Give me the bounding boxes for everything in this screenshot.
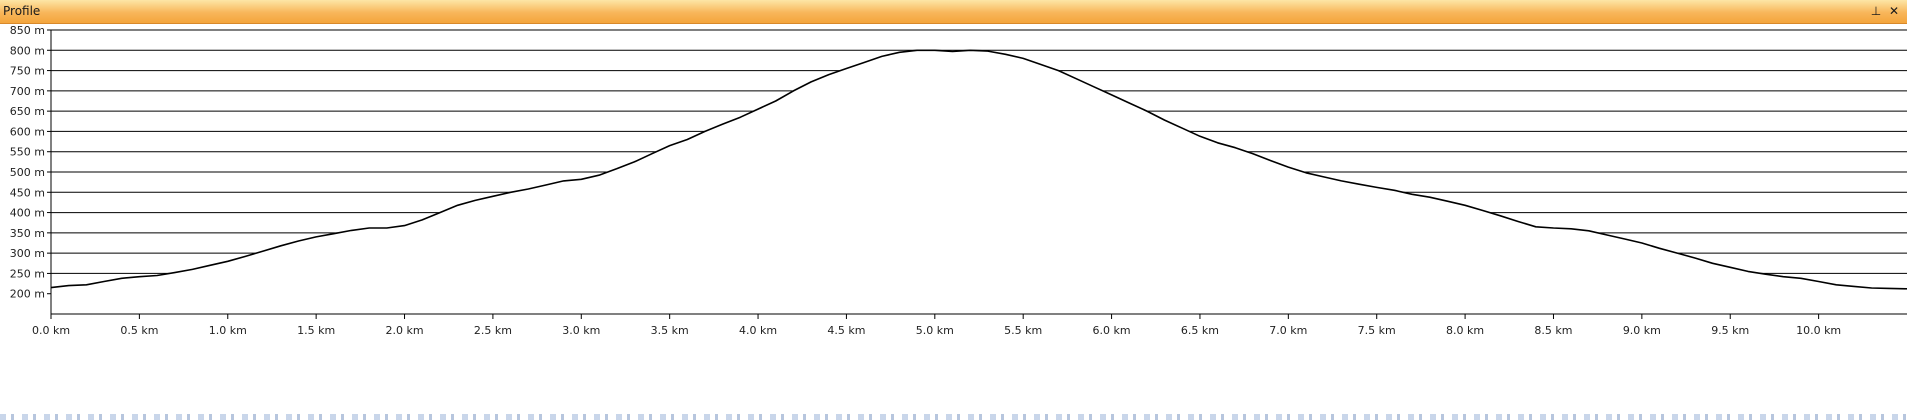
x-tick-label: 3.0 km: [562, 324, 600, 337]
y-tick-label: 850 m: [10, 24, 45, 37]
x-tick-label: 7.0 km: [1269, 324, 1307, 337]
y-tick-label: 500 m: [10, 166, 45, 179]
y-tick-label: 350 m: [10, 227, 45, 240]
x-tick-label: 1.0 km: [209, 324, 247, 337]
x-tick-label: 8.0 km: [1446, 324, 1484, 337]
status-strip: [0, 414, 1907, 420]
y-tick-label: 750 m: [10, 65, 45, 78]
y-tick-label: 550 m: [10, 146, 45, 159]
y-tick-label: 450 m: [10, 186, 45, 199]
x-tick-label: 3.5 km: [651, 324, 689, 337]
y-tick-label: 400 m: [10, 207, 45, 220]
pin-icon[interactable]: ⊥: [1868, 2, 1884, 20]
x-tick-label: 2.5 km: [474, 324, 512, 337]
elevation-area: [51, 50, 1907, 315]
y-tick-label: 650 m: [10, 105, 45, 118]
y-tick-label: 800 m: [10, 44, 45, 57]
x-tick-label: 6.5 km: [1181, 324, 1219, 337]
x-tick-label: 9.5 km: [1711, 324, 1749, 337]
x-tick-label: 8.5 km: [1534, 324, 1572, 337]
y-tick-label: 250 m: [10, 267, 45, 280]
x-tick-label: 6.0 km: [1093, 324, 1131, 337]
y-tick-label: 300 m: [10, 247, 45, 260]
profile-panel: Profile ⊥ ✕ 200 m 250 m 300 m 350 m 400 m 450…: [0, 0, 1907, 420]
panel-titlebar: Profile ⊥ ✕: [0, 0, 1907, 24]
elevation-profile-chart: 200 m 250 m 300 m 350 m 400 m 450 m 500 m 550 m…: [10, 24, 1907, 337]
x-tick-label: 5.0 km: [916, 324, 954, 337]
x-tick-label: 2.0 km: [385, 324, 423, 337]
x-tick-label: 5.5 km: [1004, 324, 1042, 337]
x-tick-label: 4.0 km: [739, 324, 777, 337]
panel-title: Profile: [3, 4, 41, 18]
x-tick-label: 10.0 km: [1796, 324, 1841, 337]
x-tick-label: 0.5 km: [120, 324, 158, 337]
x-tick-label: 9.0 km: [1623, 324, 1661, 337]
x-tick-label: 4.5 km: [827, 324, 865, 337]
y-tick-label: 700 m: [10, 85, 45, 98]
x-tick-label: 7.5 km: [1358, 324, 1396, 337]
x-tick-label: 1.5 km: [297, 324, 335, 337]
x-tick-label: 0.0 km: [32, 324, 70, 337]
y-tick-label: 200 m: [10, 288, 45, 301]
y-tick-label: 600 m: [10, 125, 45, 138]
close-icon[interactable]: ✕: [1886, 2, 1902, 20]
